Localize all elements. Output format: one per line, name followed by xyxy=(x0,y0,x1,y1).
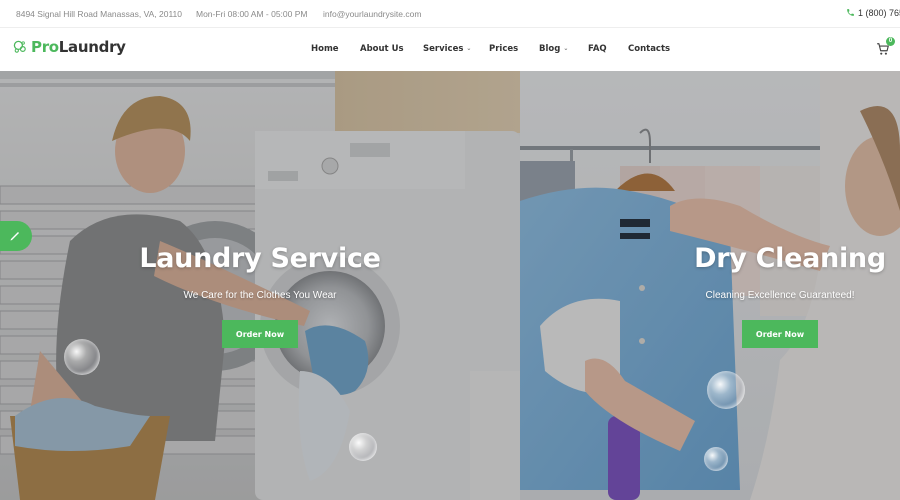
top-info-bar: 8494 Signal Hill Road Manassas, VA, 2011… xyxy=(0,0,900,28)
hero-slide-laundry: Laundry Service We Care for the Clothes … xyxy=(0,71,520,500)
phone-icon xyxy=(847,9,854,16)
cart-button[interactable]: 0 xyxy=(876,37,895,56)
dry-cleaning-order-now-button[interactable]: Order Now xyxy=(742,320,818,348)
email-link[interactable]: info@yourlaundrysite.com xyxy=(323,9,421,19)
chevron-down-icon: ⌄ xyxy=(563,45,569,52)
nav-contacts[interactable]: Contacts xyxy=(628,44,670,54)
nav-services[interactable]: Services ⌄ xyxy=(423,44,471,54)
phone-link[interactable]: 1 (800) 765 xyxy=(846,8,900,18)
hero-slider: Laundry Service We Care for the Clothes … xyxy=(0,71,900,500)
laundry-slide-title: Laundry Service xyxy=(139,243,381,274)
nav-faq-label: FAQ xyxy=(588,44,607,54)
nav-about-label: About Us xyxy=(360,44,404,54)
laundry-overlay xyxy=(0,71,520,500)
main-header: Pro Laundry Home About Us Services ⌄ Price… xyxy=(0,28,900,71)
laundry-slide-subtitle: We Care for the Clothes You Wear xyxy=(183,290,337,301)
main-nav: Home About Us Services ⌄ Prices Blog ⌄ FAQ… xyxy=(0,44,900,58)
edit-tab-button[interactable] xyxy=(0,221,32,251)
chevron-down-icon: ⌄ xyxy=(466,45,472,52)
business-hours-text: Mon-Fri 08:00 AM - 05:00 PM xyxy=(196,9,308,19)
dry-cleaning-slide-title: Dry Cleaning xyxy=(694,243,886,274)
nav-home-label: Home xyxy=(311,44,339,54)
nav-prices[interactable]: Prices xyxy=(489,44,518,54)
nav-home[interactable]: Home xyxy=(311,44,339,54)
pencil-icon xyxy=(10,232,19,241)
address-text: 8494 Signal Hill Road Manassas, VA, 2011… xyxy=(16,9,183,19)
dry-cleaning-overlay xyxy=(520,71,900,500)
nav-blog-label: Blog xyxy=(539,44,561,54)
nav-services-label: Services xyxy=(423,44,464,54)
laundry-order-now-button[interactable]: Order Now xyxy=(222,320,298,348)
phone-number: 1 (800) 765 xyxy=(858,8,900,18)
nav-about-us[interactable]: About Us xyxy=(360,44,404,54)
nav-faq[interactable]: FAQ xyxy=(588,44,607,54)
hero-slide-dry-cleaning: Dry Cleaning Cleaning Excellence Guarant… xyxy=(520,71,900,500)
soap-bubble-decoration xyxy=(707,371,745,409)
dry-cleaning-slide-subtitle: Cleaning Excellence Guaranteed! xyxy=(705,290,855,301)
cart-count-badge: 0 xyxy=(886,37,895,46)
soap-bubble-decoration xyxy=(704,447,728,471)
soap-bubble-decoration xyxy=(64,339,100,375)
nav-contacts-label: Contacts xyxy=(628,44,671,54)
nav-prices-label: Prices xyxy=(489,44,519,54)
nav-blog[interactable]: Blog ⌄ xyxy=(539,44,568,54)
soap-bubble-decoration xyxy=(349,433,377,461)
